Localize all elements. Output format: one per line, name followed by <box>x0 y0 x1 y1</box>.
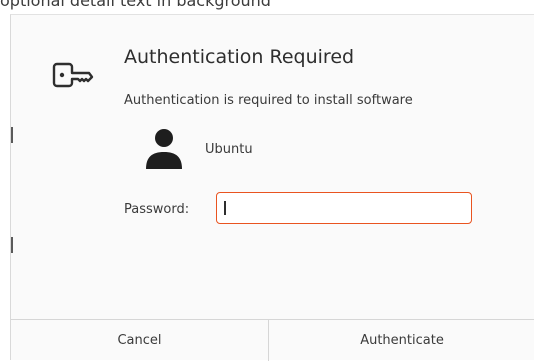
dialog-title: Authentication Required <box>124 46 355 68</box>
password-label: Password: <box>124 202 190 217</box>
cancel-button[interactable]: Cancel <box>11 320 269 361</box>
authenticate-button[interactable]: Authenticate <box>269 320 534 361</box>
dialog-message: Authentication is required to install so… <box>124 93 413 108</box>
window-edge-mark <box>11 237 13 253</box>
window-edge-mark <box>11 127 13 143</box>
dialog-button-bar: Cancel Authenticate <box>11 319 534 361</box>
background-window-text: optional detail text in background <box>0 0 271 10</box>
text-cursor <box>224 201 226 215</box>
key-icon <box>52 62 94 88</box>
background-window-strip: optional detail text in background <box>0 0 534 14</box>
user-name: Ubuntu <box>205 142 253 157</box>
authentication-dialog: Authentication Required Authentication i… <box>10 14 534 361</box>
password-field[interactable] <box>216 192 472 224</box>
user-avatar-icon <box>146 129 182 169</box>
